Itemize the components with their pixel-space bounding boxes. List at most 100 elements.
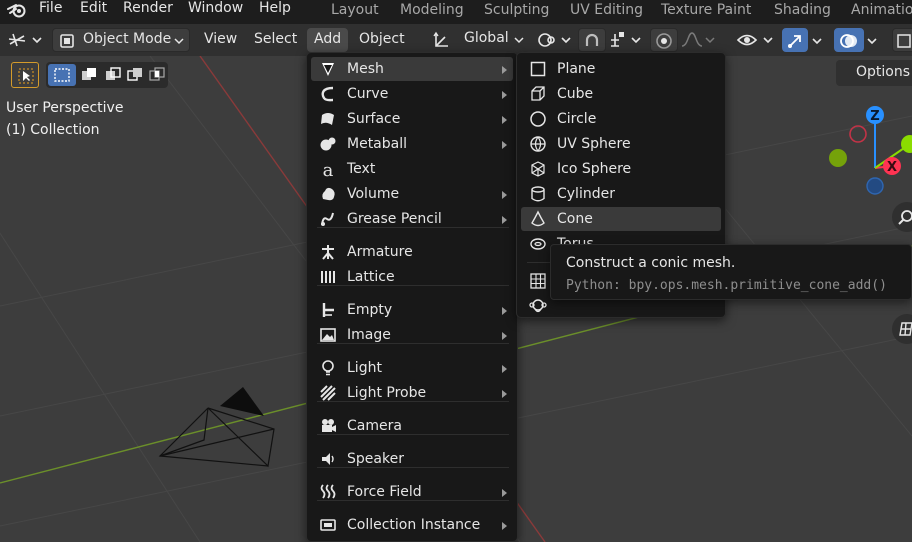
add-menu-item-label: Metaball (347, 136, 408, 152)
editor-type-icon[interactable] (7, 30, 43, 50)
chevron-down-icon (514, 37, 524, 44)
mesh-item-ico-sphere[interactable]: Ico Sphere (521, 157, 721, 181)
mesh-item-label: UV Sphere (557, 136, 631, 152)
gizmo-toggle[interactable] (782, 28, 808, 52)
image-icon (320, 328, 336, 342)
light-probe-icon (320, 385, 336, 401)
tab-shading[interactable]: Shading (774, 0, 831, 22)
add-menu-item-text[interactable]: a Text (311, 157, 513, 181)
select-invert-icon[interactable] (126, 67, 144, 83)
select-new-button[interactable] (48, 64, 76, 86)
submenu-arrow-icon (502, 365, 507, 373)
falloff-icon[interactable] (680, 30, 716, 50)
add-menu-item-light[interactable]: Light (311, 356, 513, 380)
header-menu-object[interactable]: Object (352, 28, 412, 52)
orientation-icon (433, 31, 448, 47)
add-menu-item-empty[interactable]: Empty (311, 298, 513, 322)
tab-animation[interactable]: Animation (851, 0, 912, 22)
header-menu-select[interactable]: Select (247, 28, 304, 52)
monkey-item[interactable] (529, 297, 547, 315)
tab-uv-editing[interactable]: UV Editing (570, 0, 643, 22)
select-tool-button[interactable] (11, 62, 39, 88)
overlays-toggle[interactable] (834, 28, 864, 52)
header-menu-add[interactable]: Add (307, 28, 349, 52)
grid-item[interactable] (529, 272, 547, 290)
add-menu-item-metaball[interactable]: Metaball (311, 132, 513, 156)
mesh-item-label: Ico Sphere (557, 161, 632, 177)
tab-modeling[interactable]: Modeling (400, 0, 464, 22)
mesh-item-circle[interactable]: Circle (521, 107, 721, 131)
cone-icon (531, 210, 545, 227)
pivot-point-icon[interactable] (536, 30, 574, 50)
tab-layout[interactable]: Layout (331, 0, 379, 22)
chevron-down-icon[interactable] (811, 37, 823, 47)
mode-label: Object Mode (83, 31, 172, 47)
mesh-item-plane[interactable]: Plane (521, 57, 721, 81)
text-icon: a (323, 160, 334, 178)
mesh-item-label: Circle (557, 111, 597, 127)
collection-instance-icon (320, 519, 336, 531)
mesh-item-label: Plane (557, 61, 596, 77)
speaker-icon (322, 453, 334, 465)
add-menu-item-mesh[interactable]: Mesh (311, 57, 513, 81)
add-menu-item-armature[interactable]: Armature (311, 240, 513, 264)
submenu-arrow-icon (502, 91, 507, 99)
volume-icon (322, 187, 335, 201)
menu-separator (317, 343, 509, 344)
menu-separator (317, 401, 509, 402)
object-mode-icon (60, 34, 74, 48)
orientation-label: Global (464, 30, 509, 46)
options-button[interactable]: Options (836, 60, 912, 86)
submenu-arrow-icon (502, 489, 507, 497)
snap-toggle[interactable] (578, 28, 606, 52)
proportional-editing-toggle[interactable] (650, 28, 678, 52)
tooltip: Construct a conic mesh. Python: bpy.ops.… (550, 244, 912, 300)
select-extend-icon[interactable] (80, 67, 98, 83)
visibility-eye-icon[interactable] (736, 30, 776, 50)
mesh-item-label: Cube (557, 86, 594, 102)
tab-sculpting[interactable]: Sculpting (484, 0, 549, 22)
add-menu-item-volume[interactable]: Volume (311, 182, 513, 206)
mesh-item-cube[interactable]: Cube (521, 82, 721, 106)
lattice-icon (321, 271, 335, 283)
gizmo-x-label: X (887, 160, 897, 175)
perspective-label: User Perspective (6, 100, 124, 116)
chevron-down-icon[interactable] (866, 37, 878, 47)
select-new-icon (54, 68, 70, 82)
cylinder-icon (531, 186, 545, 202)
orientation-selector[interactable]: Global (428, 28, 528, 52)
add-menu-item-surface[interactable]: Surface (311, 107, 513, 131)
mode-selector[interactable]: Object Mode (52, 28, 190, 52)
tab-texture-paint[interactable]: Texture Paint (661, 0, 751, 22)
blender-logo-icon[interactable] (6, 1, 28, 19)
magnet-icon (585, 33, 599, 46)
mesh-item-cone[interactable]: Cone (521, 207, 721, 231)
add-menu-item-collection-instance[interactable]: Collection Instance (311, 513, 513, 537)
empty-icon (322, 303, 334, 317)
add-menu-item-label: Surface (347, 111, 401, 127)
ico-sphere-icon (531, 161, 545, 177)
menu-separator (317, 227, 509, 228)
submenu-arrow-icon (502, 390, 507, 398)
overlays-icon (840, 34, 857, 48)
select-subtract-icon[interactable] (104, 67, 122, 83)
cursor-arrow-icon (18, 68, 34, 84)
force-field-icon (320, 484, 336, 499)
mesh-item-cylinder[interactable]: Cylinder (521, 182, 721, 206)
add-menu-item-curve[interactable]: Curve (311, 82, 513, 106)
menu-file[interactable]: File (39, 0, 62, 20)
navigation-gizmo[interactable]: Z X (820, 96, 912, 206)
mesh-cone-icon (322, 63, 334, 76)
menu-render[interactable]: Render (123, 0, 173, 20)
select-intersect-icon[interactable] (148, 67, 166, 83)
menu-window[interactable]: Window (188, 0, 243, 20)
xray-toggle[interactable] (892, 28, 912, 52)
mesh-item-uv-sphere[interactable]: UV Sphere (521, 132, 721, 156)
menu-help[interactable]: Help (259, 0, 291, 20)
menu-edit[interactable]: Edit (80, 0, 107, 20)
add-menu-item-label: Light (347, 360, 382, 376)
add-menu-item-label: Empty (347, 302, 393, 318)
tooltip-description: Construct a conic mesh. (566, 255, 736, 271)
header-menu-view[interactable]: View (197, 28, 244, 52)
snap-target-icon[interactable] (608, 30, 644, 50)
